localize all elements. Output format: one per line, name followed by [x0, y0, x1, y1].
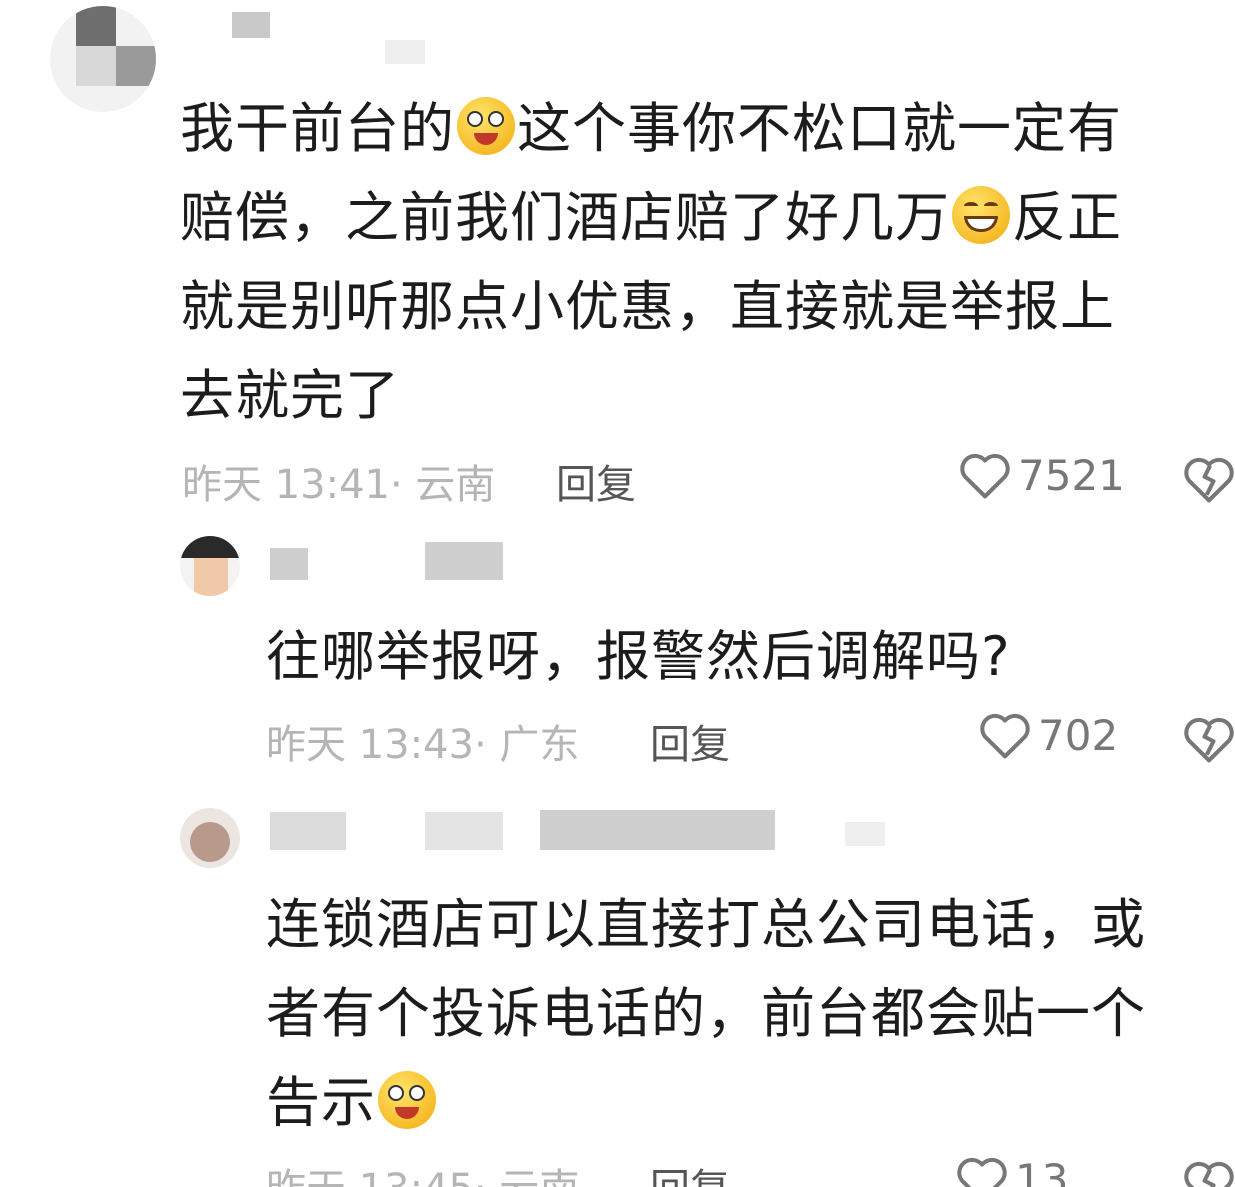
username-redacted	[425, 542, 503, 580]
heart-outline-icon	[980, 713, 1030, 759]
timestamp: 昨天 13:41	[182, 462, 390, 508]
like-button[interactable]: 7521	[958, 450, 1125, 500]
broken-heart-icon[interactable]	[1182, 714, 1235, 764]
grinning-emoji-icon	[952, 186, 1010, 244]
comment-text: 连锁酒店可以直接打总公司电话，或 者有个投诉电话的，前台都会贴一个 告示	[266, 893, 1146, 1134]
avatar[interactable]	[180, 536, 240, 596]
like-button[interactable]: 13	[955, 1154, 1068, 1187]
like-count: 7521	[1018, 450, 1125, 500]
reply-button[interactable]: 回复	[650, 1156, 730, 1187]
username-redacted	[845, 822, 885, 846]
avatar[interactable]	[50, 6, 156, 112]
username-redacted[interactable]	[232, 12, 270, 38]
like-button[interactable]: 702	[978, 710, 1118, 760]
username-redacted[interactable]	[270, 548, 308, 580]
username-redacted	[385, 40, 425, 64]
heart-outline-icon	[957, 1157, 1007, 1187]
comment-meta: 昨天 13:41· 云南	[182, 452, 495, 510]
comment-meta: 昨天 13:43· 广东	[266, 712, 579, 770]
reply-button[interactable]: 回复	[556, 452, 636, 510]
comment-text: 往哪举报呀，报警然后调解吗?	[266, 625, 1011, 688]
comment-thread: 我干前台的 这个事你不松口就一定有 赔偿，之前我们酒店赔了好几万 反正 就是别听那点…	[0, 0, 1235, 1187]
timestamp: 昨天 13:43	[266, 722, 474, 768]
location: · 广东	[474, 722, 580, 768]
username-redacted	[540, 810, 775, 850]
location: · 云南	[390, 462, 496, 508]
reply-button[interactable]: 回复	[650, 712, 730, 770]
comment-text: 我干前台的 这个事你不松口就一定有 赔偿，之前我们酒店赔了好几万 反正 就是别听那点…	[180, 97, 1122, 427]
broken-heart-icon[interactable]	[1182, 1158, 1235, 1187]
like-count: 702	[1038, 710, 1119, 760]
dizzy-tongue-emoji-icon	[457, 97, 515, 155]
timestamp: 昨天 13:45	[266, 1166, 474, 1187]
heart-outline-icon	[960, 453, 1010, 499]
username-redacted[interactable]	[270, 812, 346, 850]
like-count: 13	[1015, 1154, 1069, 1187]
dizzy-tongue-emoji-icon	[378, 1071, 436, 1129]
avatar[interactable]	[180, 808, 240, 868]
location: · 云南	[474, 1166, 579, 1187]
username-redacted	[425, 812, 503, 850]
broken-heart-icon[interactable]	[1182, 454, 1235, 504]
comment-meta: 昨天 13:45· 云南	[266, 1156, 579, 1187]
